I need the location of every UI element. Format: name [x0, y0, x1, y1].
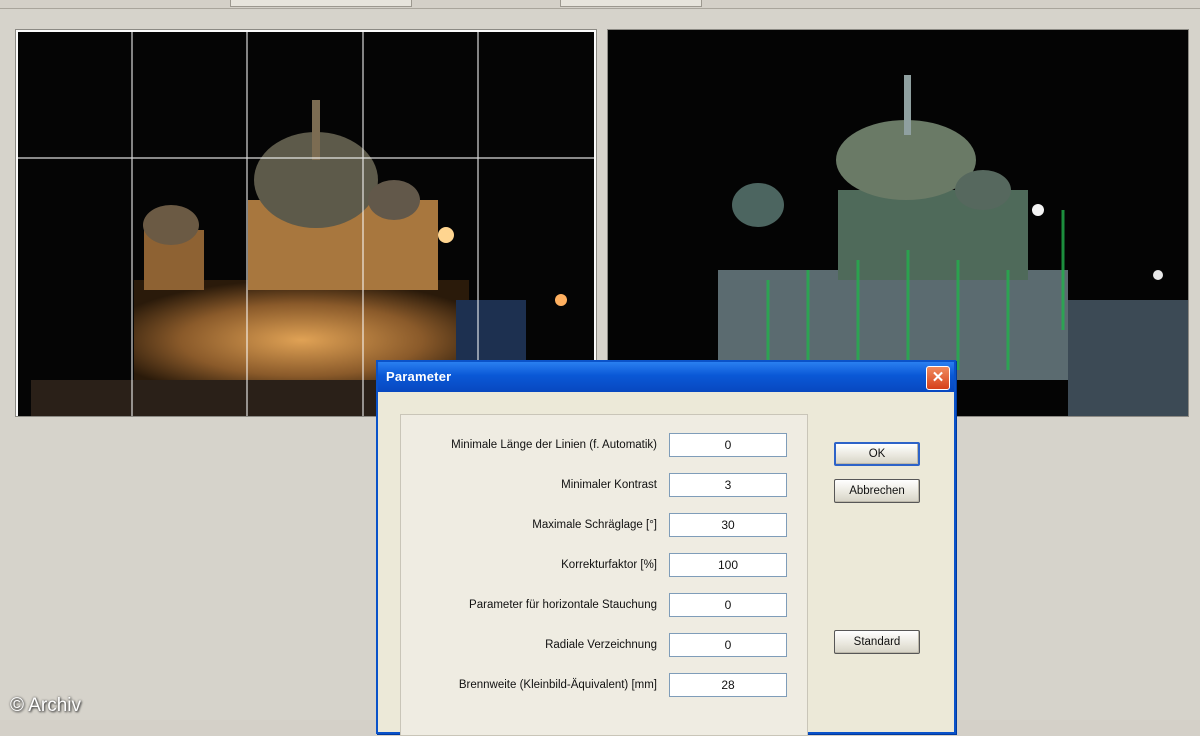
- field-row-horizontal-compression: Parameter für horizontale Stauchung: [401, 593, 807, 621]
- dialog-title: Parameter: [386, 369, 452, 384]
- field-label: Korrekturfaktor [%]: [561, 559, 657, 571]
- archive-watermark: © Archiv: [10, 695, 82, 716]
- field-row-min-contrast: Minimaler Kontrast: [401, 473, 807, 501]
- source-photo: [16, 30, 596, 416]
- max-tilt-input[interactable]: [669, 513, 787, 537]
- ok-button[interactable]: OK: [834, 442, 920, 466]
- close-icon[interactable]: ✕: [926, 366, 950, 390]
- field-label: Minimaler Kontrast: [561, 479, 657, 491]
- min-contrast-input[interactable]: [669, 473, 787, 497]
- field-row-correction-factor: Korrekturfaktor [%]: [401, 553, 807, 581]
- top-toolbar-strip: [0, 0, 1200, 9]
- correction-factor-input[interactable]: [669, 553, 787, 577]
- field-row-focal-length: Brennweite (Kleinbild-Äquivalent) [mm]: [401, 673, 807, 701]
- field-label: Radiale Verzeichnung: [545, 639, 657, 651]
- parameter-fields-group: Minimale Länge der Linien (f. Automatik)…: [400, 414, 808, 736]
- field-row-max-tilt: Maximale Schräglage [°]: [401, 513, 807, 541]
- field-label: Minimale Länge der Linien (f. Automatik): [451, 439, 657, 451]
- field-row-radial-distortion: Radiale Verzeichnung: [401, 633, 807, 661]
- top-tab[interactable]: [230, 0, 412, 7]
- processed-photo: [608, 30, 1188, 416]
- min-line-length-input[interactable]: [669, 433, 787, 457]
- parameter-dialog: Parameter ✕ Minimale Länge der Linien (f…: [376, 360, 956, 736]
- field-label: Maximale Schräglage [°]: [532, 519, 657, 531]
- dialog-titlebar[interactable]: Parameter ✕: [378, 362, 954, 392]
- field-row-min-line-length: Minimale Länge der Linien (f. Automatik): [401, 433, 807, 461]
- top-tab[interactable]: [560, 0, 702, 7]
- focal-length-input[interactable]: [669, 673, 787, 697]
- left-image-panel[interactable]: [15, 29, 597, 417]
- standard-button[interactable]: Standard: [834, 630, 920, 654]
- horizontal-compression-input[interactable]: [669, 593, 787, 617]
- cancel-button[interactable]: Abbrechen: [834, 479, 920, 503]
- field-label: Parameter für horizontale Stauchung: [469, 599, 657, 611]
- right-image-panel[interactable]: [607, 29, 1189, 417]
- field-label: Brennweite (Kleinbild-Äquivalent) [mm]: [458, 679, 657, 691]
- radial-distortion-input[interactable]: [669, 633, 787, 657]
